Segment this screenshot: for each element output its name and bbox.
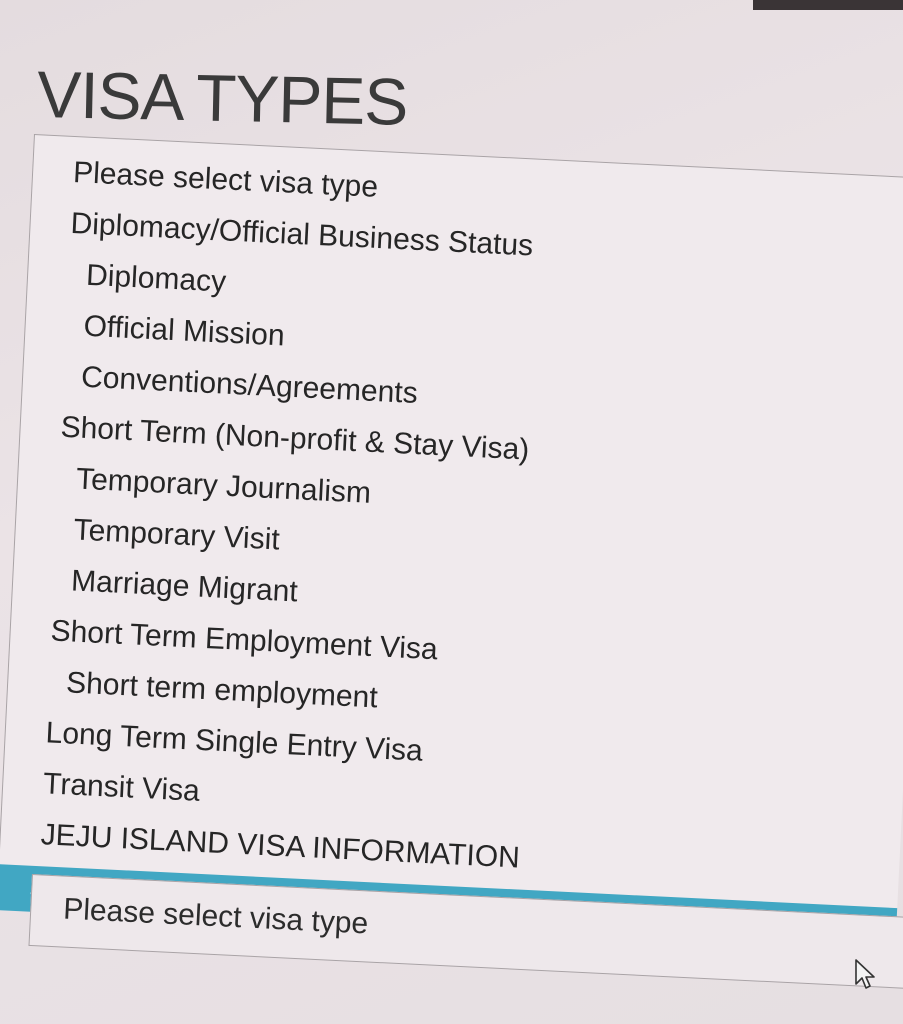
top-dark-bar [753, 0, 903, 10]
page-title: VISA TYPES [36, 56, 409, 139]
select-current-value: Please select visa type [62, 892, 369, 941]
mouse-pointer-icon [855, 959, 875, 989]
visa-type-dropdown-list[interactable]: Please select visa type Diplomacy/Offici… [0, 134, 903, 955]
